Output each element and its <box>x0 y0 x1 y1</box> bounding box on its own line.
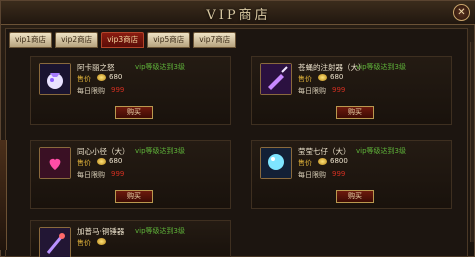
item-name: 加普马·铜锤器 <box>77 227 125 236</box>
price-label: 售价 <box>298 159 312 167</box>
tab-vip7[interactable]: vip7商店 <box>193 32 237 48</box>
limit-label: 每日限购 <box>298 87 326 95</box>
window-title: VIP商店 <box>206 8 271 23</box>
item-name: 同心小径（大） <box>77 147 130 156</box>
limit-label: 每日限购 <box>77 87 105 95</box>
item-price: 680 <box>109 157 123 165</box>
buy-button[interactable]: 购买 <box>336 106 374 119</box>
shop-item-card: 莹莹七仔（大） vip等级达到3级 售价 6800 每日限购 999 购买 <box>251 140 452 209</box>
buy-button[interactable]: 购买 <box>115 106 153 119</box>
item-price: 680 <box>109 73 123 81</box>
shop-item-card: 苍蝇的注射器（大） vip等级达到3级 售价 680 每日限购 999 购买 <box>251 56 452 125</box>
potion-icon[interactable] <box>39 63 71 95</box>
staff-icon[interactable] <box>39 227 71 257</box>
item-requirement: vip等级达到3级 <box>135 63 185 71</box>
blue-orb-icon[interactable] <box>260 147 292 179</box>
shop-item-card: 加普马·铜锤器 vip等级达到3级 售价 <box>30 220 231 257</box>
limit-label: 每日限购 <box>298 171 326 179</box>
gold-coin-icon <box>97 74 106 81</box>
limit-value: 999 <box>111 170 125 178</box>
price-label: 售价 <box>77 75 91 83</box>
shop-item-card: 阿卡丽之怒 vip等级达到3级 售价 680 每日限购 999 购买 <box>30 56 231 125</box>
title-bar: VIP商店 ✕ <box>1 1 475 25</box>
left-decoration <box>0 140 7 250</box>
limit-value: 999 <box>332 170 346 178</box>
item-price: 6800 <box>330 157 348 165</box>
syringe-icon[interactable] <box>260 63 292 95</box>
item-name: 莹莹七仔（大） <box>298 147 351 156</box>
shop-item-card: 同心小径（大） vip等级达到3级 售价 680 每日限购 999 购买 <box>30 140 231 209</box>
limit-value: 999 <box>111 86 125 94</box>
scrollbar[interactable] <box>470 42 474 242</box>
buy-button[interactable]: 购买 <box>115 190 153 203</box>
limit-value: 999 <box>332 86 346 94</box>
item-requirement: vip等级达到3级 <box>356 63 406 71</box>
item-requirement: vip等级达到3级 <box>356 147 406 155</box>
tab-vip3[interactable]: vip3商店 <box>101 32 145 48</box>
price-label: 售价 <box>298 75 312 83</box>
item-price: 680 <box>330 73 344 81</box>
item-name: 阿卡丽之怒 <box>77 63 115 72</box>
buy-button[interactable]: 购买 <box>336 190 374 203</box>
tab-vip5[interactable]: vip5商店 <box>147 32 191 48</box>
heart-scroll-icon[interactable] <box>39 147 71 179</box>
price-label: 售价 <box>77 239 91 247</box>
tab-vip2[interactable]: vip2商店 <box>55 32 99 48</box>
gold-coin-icon <box>97 238 106 245</box>
item-requirement: vip等级达到3级 <box>135 147 185 155</box>
gold-coin-icon <box>318 158 327 165</box>
close-icon[interactable]: ✕ <box>453 4 470 21</box>
gold-coin-icon <box>318 74 327 81</box>
price-label: 售价 <box>77 159 91 167</box>
tab-vip1[interactable]: vip1商店 <box>9 32 53 48</box>
limit-label: 每日限购 <box>77 171 105 179</box>
tab-bar: vip1商店 vip2商店 vip3商店 vip5商店 vip7商店 <box>9 32 237 48</box>
item-requirement: vip等级达到3级 <box>135 227 185 235</box>
gold-coin-icon <box>97 158 106 165</box>
